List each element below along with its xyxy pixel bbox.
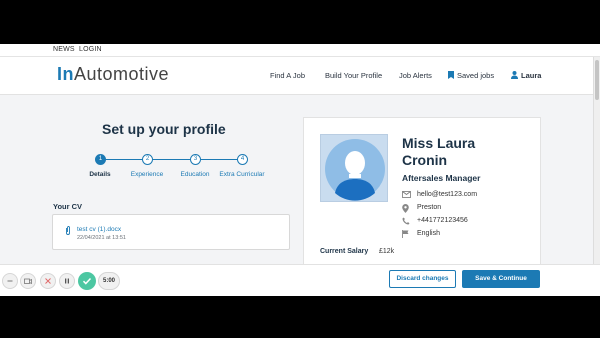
close-icon	[45, 278, 51, 284]
action-footer: 5:00 Discard changes Save & Continue	[0, 264, 600, 296]
nav-build-profile[interactable]: Build Your Profile	[325, 71, 382, 80]
flag-icon	[402, 230, 409, 238]
pause-icon	[65, 278, 69, 284]
utility-bar: NEWS LOGIN	[0, 44, 600, 57]
step-1-label[interactable]: Details	[80, 171, 120, 178]
minus-icon	[7, 280, 13, 282]
nav-user-account[interactable]: Laura	[511, 71, 541, 80]
discard-changes-button[interactable]: Discard changes	[389, 270, 456, 288]
site-logo[interactable]: InAutomotive	[57, 64, 169, 85]
profile-role: Aftersales Manager	[402, 173, 481, 183]
cv-file-link[interactable]: test cv (1).docx	[77, 226, 121, 233]
avatar-placeholder-icon	[325, 139, 385, 201]
login-link[interactable]: LOGIN	[79, 46, 102, 53]
step-3-marker[interactable]: 3	[190, 154, 201, 165]
save-continue-button[interactable]: Save & Continue	[462, 270, 540, 288]
salary-value: £12k	[379, 248, 395, 255]
location-pin-icon	[402, 204, 409, 213]
user-name: Laura	[521, 71, 542, 80]
profile-name-line1: Miss Laura	[402, 135, 476, 151]
stepper-track	[100, 159, 242, 160]
recorder-delete-button[interactable]	[40, 273, 56, 289]
recorder-timer: 5:00	[98, 272, 120, 290]
cv-file-card: test cv (1).docx 22/04/2021 at 13:51	[52, 214, 290, 250]
nav-saved-jobs[interactable]: Saved jobs	[448, 71, 494, 80]
saved-jobs-label: Saved jobs	[457, 71, 495, 80]
checkmark-icon	[82, 277, 92, 285]
step-2-marker[interactable]: 2	[142, 154, 153, 165]
webcam-off-icon	[24, 278, 32, 285]
profile-name-line2: Cronin	[402, 152, 448, 168]
nav-job-alerts[interactable]: Job Alerts	[399, 71, 432, 80]
phone-icon	[402, 217, 410, 225]
nav-find-job[interactable]: Find A Job	[270, 71, 305, 80]
salary-label: Current Salary	[320, 248, 369, 255]
step-3-label[interactable]: Education	[175, 171, 215, 178]
paperclip-icon	[66, 226, 70, 235]
bookmark-icon	[448, 71, 454, 79]
profile-phone: +441772123456	[417, 217, 468, 224]
main-nav: InAutomotive Find A Job Build Your Profi…	[0, 57, 600, 95]
page-scrollbar[interactable]	[593, 57, 600, 296]
page-title: Set up your profile	[102, 121, 226, 137]
step-2-label[interactable]: Experience	[127, 171, 167, 178]
profile-name: Miss Laura Cronin	[402, 135, 475, 169]
step-4-marker[interactable]: 4	[237, 154, 248, 165]
avatar[interactable]	[320, 134, 388, 202]
user-icon	[511, 71, 518, 79]
recorder-finish-button[interactable]	[78, 272, 96, 290]
step-1-marker[interactable]: 1	[95, 154, 106, 165]
profile-location: Preston	[417, 204, 442, 211]
logo-suffix: Automotive	[74, 64, 170, 84]
browser-viewport: NEWS LOGIN InAutomotive Find A Job Build…	[0, 44, 600, 296]
scrollbar-thumb[interactable]	[595, 60, 599, 100]
step-4-label[interactable]: Extra Curricular	[217, 171, 267, 178]
news-link[interactable]: NEWS	[53, 46, 75, 53]
recorder-minimize-button[interactable]	[2, 273, 18, 289]
profile-language: English	[417, 230, 440, 237]
profile-email[interactable]: hello@test123.com	[417, 191, 477, 198]
logo-prefix: In	[57, 64, 74, 84]
cv-section-title: Your CV	[53, 202, 83, 211]
envelope-icon	[402, 191, 411, 198]
recorder-pause-button[interactable]	[59, 273, 75, 289]
video-frame: NEWS LOGIN InAutomotive Find A Job Build…	[0, 0, 600, 338]
cv-upload-date: 22/04/2021 at 13:51	[77, 235, 126, 241]
recorder-webcam-button[interactable]	[20, 273, 36, 289]
